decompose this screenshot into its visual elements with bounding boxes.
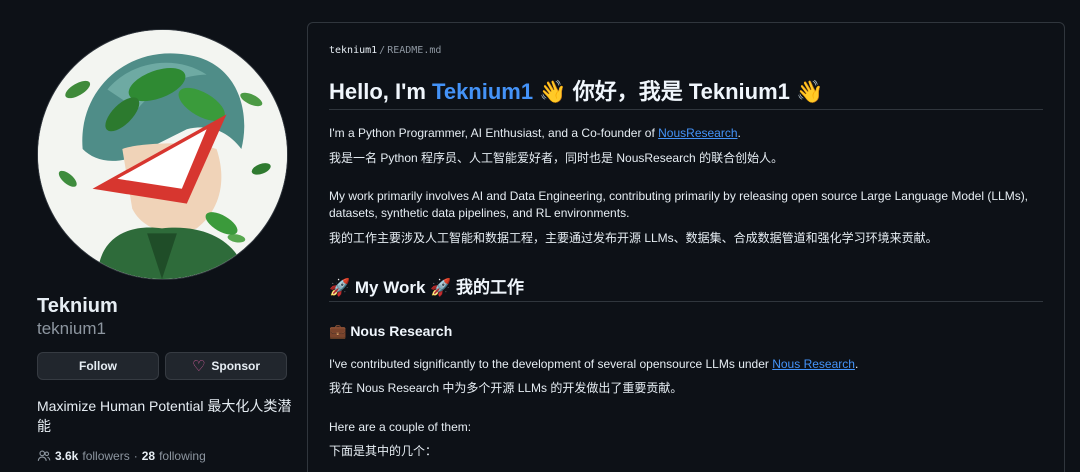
readme-card: teknium1/README.md Hello, I'm Teknium1 👋… xyxy=(307,22,1065,472)
couple-paragraph: Here are a couple of them: xyxy=(329,420,472,434)
nous-research-link[interactable]: Nous Research xyxy=(772,357,855,371)
profile-bio: Maximize Human Potential 最大化人类潜能 xyxy=(37,398,292,434)
my-work-heading: 🚀 My Work 🚀 我的工作 xyxy=(329,278,525,297)
people-icon xyxy=(37,450,51,461)
intro-paragraph-cn: 我是一名 Python 程序员、人工智能爱好者，同时也是 NousResearc… xyxy=(329,151,784,165)
nous-paragraph: I've contributed significantly to the de… xyxy=(329,356,1049,373)
readme-breadcrumb: teknium1/README.md xyxy=(329,45,441,56)
couple-paragraph-cn: 下面是其中的几个： xyxy=(329,444,438,458)
profile-username: teknium1 xyxy=(37,319,106,338)
breadcrumb-separator: / xyxy=(379,45,386,56)
avatar-illustration xyxy=(38,30,287,279)
heading-prefix: Hello, I'm xyxy=(329,79,433,104)
work-paragraph: My work primarily involves AI and Data E… xyxy=(329,189,1029,220)
intro-end: . xyxy=(737,126,741,140)
follow-stats: 3.6k followers · 28 following xyxy=(37,449,206,463)
stats-separator: · xyxy=(133,449,138,463)
nous-text: I've contributed significantly to the de… xyxy=(329,357,773,371)
nous-paragraph-cn: 我在 Nous Research 中为多个开源 LLMs 的开发做出了重要贡献。 xyxy=(329,381,683,395)
work-paragraph-cn: 我的工作主要涉及人工智能和数据工程，主要通过发布开源 LLMs、数据集、合成数据… xyxy=(329,231,938,245)
readme-heading: Hello, I'm Teknium1 👋 你好，我是 Teknium1 👋 xyxy=(329,74,823,106)
avatar[interactable] xyxy=(37,29,288,280)
breadcrumb-file[interactable]: README.md xyxy=(387,45,441,56)
breadcrumb-owner[interactable]: teknium1 xyxy=(329,45,377,56)
follow-button-label: Follow xyxy=(79,359,117,373)
my-work-divider xyxy=(329,301,1043,302)
profile-display-name: Teknium xyxy=(37,295,118,317)
followers-label[interactable]: followers xyxy=(82,449,129,463)
heading-divider xyxy=(329,109,1043,110)
following-count[interactable]: 28 xyxy=(142,449,155,463)
follow-button[interactable]: Follow xyxy=(37,352,159,380)
following-label[interactable]: following xyxy=(159,449,206,463)
heading-name: Teknium1 xyxy=(432,79,534,104)
heart-icon: ♡ xyxy=(191,357,206,375)
sponsor-button[interactable]: ♡ Sponsor xyxy=(165,352,287,380)
followers-count[interactable]: 3.6k xyxy=(55,449,78,463)
heading-suffix: 👋 你好，我是 Teknium1 👋 xyxy=(533,79,824,104)
nous-research-heading: 💼 Nous Research xyxy=(329,323,453,339)
intro-paragraph: I'm a Python Programmer, AI Enthusiast, … xyxy=(329,125,1049,142)
intro-text: I'm a Python Programmer, AI Enthusiast, … xyxy=(329,126,659,140)
sponsor-button-label: Sponsor xyxy=(211,359,261,373)
nous-end: . xyxy=(854,357,859,371)
nousresearch-link[interactable]: NousResearch xyxy=(658,126,737,140)
